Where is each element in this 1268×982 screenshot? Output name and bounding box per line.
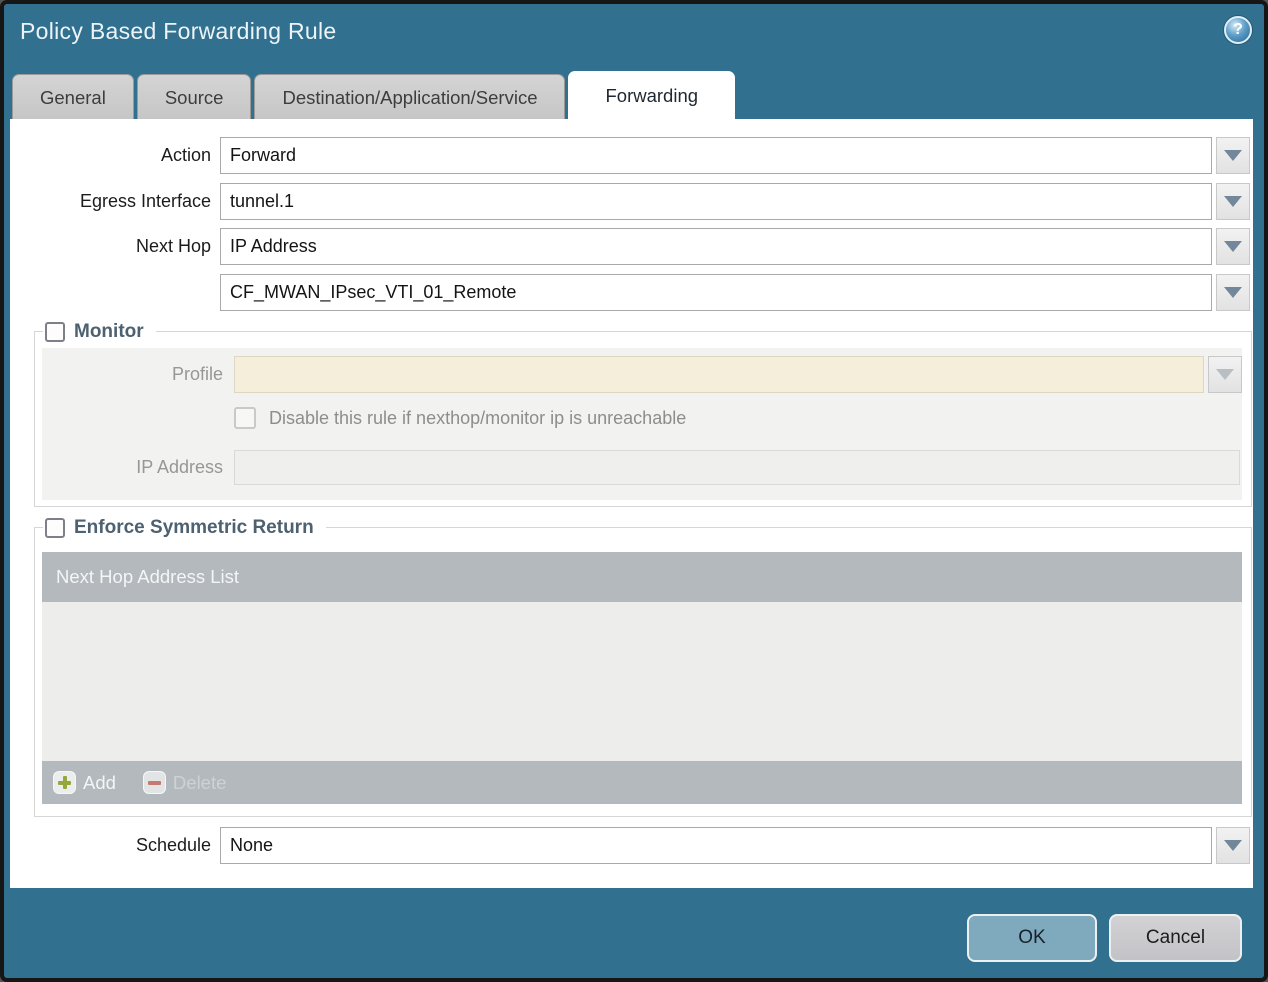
add-button-label: Add <box>83 771 116 793</box>
next-hop-row: Next Hop IP Address <box>10 228 1253 265</box>
disable-rule-checkbox <box>234 407 256 429</box>
add-button[interactable]: Add <box>54 772 116 794</box>
next-hop-combo: IP Address <box>220 228 1250 265</box>
monitor-legend-label: Monitor <box>74 321 144 342</box>
next-hop-address-combo: CF_MWAN_IPsec_VTI_01_Remote <box>220 274 1250 311</box>
action-value[interactable]: Forward <box>220 137 1212 174</box>
chevron-down-icon <box>1224 287 1242 298</box>
action-label: Action <box>160 145 211 165</box>
dialog-title: Policy Based Forwarding Rule <box>20 18 337 44</box>
next-hop-label: Next Hop <box>135 236 211 256</box>
next-hop-address-list-header: Next Hop Address List <box>42 552 1242 602</box>
monitor-legend: Monitor <box>43 319 156 345</box>
ok-button[interactable]: OK <box>967 914 1097 962</box>
plus-icon <box>54 772 75 793</box>
next-hop-value[interactable]: IP Address <box>220 228 1212 265</box>
next-hop-address-value[interactable]: CF_MWAN_IPsec_VTI_01_Remote <box>220 274 1212 311</box>
tab-forwarding[interactable]: Forwarding <box>568 71 736 119</box>
help-icon[interactable]: ? <box>1224 16 1252 44</box>
chevron-down-icon <box>1216 369 1234 380</box>
monitor-ip-address-input <box>234 450 1240 485</box>
schedule-dropdown-button[interactable] <box>1216 827 1250 864</box>
delete-button-label: Delete <box>172 771 227 793</box>
profile-row: Profile <box>42 356 1242 393</box>
tab-destination-application-service[interactable]: Destination/Application/Service <box>254 74 566 119</box>
minus-icon <box>143 772 165 793</box>
schedule-row: Schedule None <box>10 827 1253 864</box>
policy-based-forwarding-dialog: Policy Based Forwarding Rule ? General S… <box>0 0 1268 982</box>
profile-value <box>234 356 1204 393</box>
chevron-down-icon <box>1224 196 1242 207</box>
next-hop-address-dropdown-button[interactable] <box>1216 274 1250 311</box>
symmetric-return-fieldset: Enforce Symmetric Return Next Hop Addres… <box>34 515 1252 817</box>
monitor-fieldset: Monitor Profile Disable this rule if nex… <box>34 319 1252 507</box>
monitor-body: Profile Disable this rule if nexthop/mon… <box>42 348 1242 500</box>
symmetric-return-legend: Enforce Symmetric Return <box>43 515 326 541</box>
chevron-down-icon <box>1224 840 1242 851</box>
forwarding-tab-panel: Action Forward Egress Interface tunnel.1… <box>10 119 1253 888</box>
action-combo: Forward <box>220 137 1250 174</box>
next-hop-address-list-toolbar: Add Delete <box>42 761 1242 804</box>
egress-interface-label: Egress Interface <box>79 191 211 211</box>
next-hop-address-list-body[interactable] <box>42 602 1242 761</box>
schedule-label: Schedule <box>135 835 211 855</box>
profile-label: Profile <box>171 364 223 384</box>
egress-interface-row: Egress Interface tunnel.1 <box>10 183 1253 220</box>
delete-button: Delete <box>143 771 227 794</box>
chevron-down-icon <box>1224 150 1242 161</box>
tab-general[interactable]: General <box>12 74 134 119</box>
tab-bar: General Source Destination/Application/S… <box>12 71 736 119</box>
egress-interface-combo: tunnel.1 <box>220 183 1250 220</box>
schedule-value[interactable]: None <box>220 827 1212 864</box>
symmetric-return-legend-label: Enforce Symmetric Return <box>74 517 314 538</box>
schedule-combo: None <box>220 827 1250 864</box>
egress-interface-dropdown-button[interactable] <box>1216 183 1250 220</box>
egress-interface-value[interactable]: tunnel.1 <box>220 183 1212 220</box>
tab-source[interactable]: Source <box>136 74 252 119</box>
next-hop-dropdown-button[interactable] <box>1216 228 1250 265</box>
help-question-glyph: ? <box>1233 21 1243 38</box>
profile-combo <box>234 356 1242 393</box>
action-dropdown-button[interactable] <box>1216 137 1250 174</box>
chevron-down-icon <box>1224 241 1242 252</box>
profile-dropdown-button <box>1208 356 1242 393</box>
monitor-checkbox[interactable] <box>45 322 65 342</box>
next-hop-address-list: Next Hop Address List Add Delete <box>42 552 1242 804</box>
monitor-ip-address-label: IP Address <box>136 457 223 477</box>
action-row: Action Forward <box>10 137 1253 174</box>
disable-rule-label: Disable this rule if nexthop/monitor ip … <box>269 408 687 428</box>
cancel-button[interactable]: Cancel <box>1109 914 1242 962</box>
symmetric-return-checkbox[interactable] <box>45 518 65 538</box>
next-hop-address-row: CF_MWAN_IPsec_VTI_01_Remote <box>10 274 1253 311</box>
